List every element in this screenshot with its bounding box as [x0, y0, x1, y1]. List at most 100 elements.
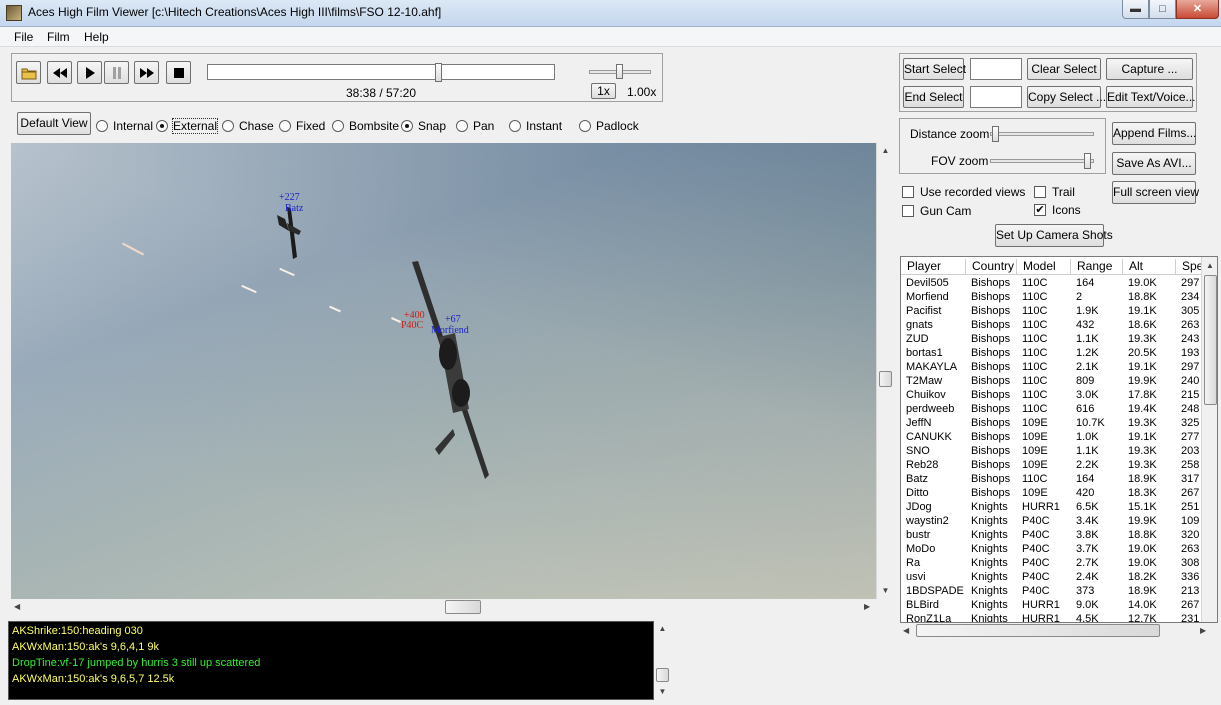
table-row[interactable]: CANUKK Bishops 109E 1.0K 19.1K 277	[901, 430, 1211, 444]
table-vscroll-thumb[interactable]	[1204, 275, 1217, 405]
table-row[interactable]: ZUD Bishops 110C 1.1K 19.3K 243	[901, 332, 1211, 346]
progress-slider[interactable]	[207, 62, 555, 82]
view-radio-bombsite[interactable]: Bombsite	[332, 119, 399, 133]
append-films-button[interactable]: Append Films...	[1112, 122, 1196, 145]
table-row[interactable]: Batz Bishops 110C 164 18.9K 317	[901, 472, 1211, 486]
scroll-down-icon[interactable]: ▼	[877, 586, 894, 595]
speed-reset-button[interactable]: 1x	[591, 83, 616, 99]
speed-slider[interactable]	[589, 62, 651, 82]
play-button[interactable]	[77, 61, 102, 84]
table-row[interactable]: MAKAYLA Bishops 110C 2.1K 19.1K 297	[901, 360, 1211, 374]
table-row[interactable]: waystin2 Knights P40C 3.4K 19.9K 109	[901, 514, 1211, 528]
full-screen-view-button[interactable]: Full screen view	[1112, 181, 1199, 204]
start-select-button[interactable]: Start Select	[903, 58, 966, 80]
distance-zoom-slider[interactable]	[990, 125, 1094, 143]
table-hscroll-thumb[interactable]	[916, 624, 1160, 637]
pause-button[interactable]	[104, 61, 129, 84]
chat-scroll-down-icon[interactable]: ▼	[655, 687, 670, 696]
menu-help[interactable]: Help	[84, 30, 109, 44]
view-radio-padlock[interactable]: Padlock	[579, 119, 639, 133]
close-button[interactable]: ✕	[1176, 0, 1219, 19]
menu-file[interactable]: File	[14, 30, 33, 44]
table-row[interactable]: perdweeb Bishops 110C 616 19.4K 248	[901, 402, 1211, 416]
use-recorded-views-checkbox[interactable]: Use recorded views	[902, 185, 1025, 199]
capture-button[interactable]: Capture ...	[1106, 58, 1193, 80]
table-row[interactable]: Pacifist Bishops 110C 1.9K 19.1K 305	[901, 304, 1211, 318]
column-header[interactable]: Player	[901, 259, 966, 275]
table-row[interactable]: usvi Knights P40C 2.4K 18.2K 336	[901, 570, 1211, 584]
table-row[interactable]: Chuikov Bishops 110C 3.0K 17.8K 215	[901, 388, 1211, 402]
default-view-button[interactable]: Default View	[17, 112, 91, 135]
table-scroll-up-icon[interactable]: ▲	[1202, 261, 1217, 270]
table-row[interactable]: BLBird Knights HURR1 9.0K 14.0K 267	[901, 598, 1211, 612]
view-radio-internal[interactable]: Internal	[96, 119, 153, 133]
menu-film[interactable]: Film	[47, 30, 70, 44]
view-radio-label: Instant	[526, 119, 563, 133]
viewport-hscroll[interactable]: ◀ ▶	[11, 599, 876, 616]
column-header[interactable]: Country	[966, 259, 1017, 275]
table-row[interactable]: JeffN Bishops 109E 10.7K 19.3K 325	[901, 416, 1211, 430]
table-row[interactable]: RonZ1La Knights HURR1 4.5K 12.7K 231	[901, 612, 1211, 622]
distance-zoom-thumb[interactable]	[992, 126, 999, 142]
table-row[interactable]: SNO Bishops 109E 1.1K 19.3K 203	[901, 444, 1211, 458]
table-scroll-right-icon[interactable]: ▶	[1200, 626, 1206, 635]
viewport-hscroll-thumb[interactable]	[445, 600, 481, 614]
fov-zoom-slider[interactable]	[990, 152, 1094, 170]
chat-vscroll-thumb[interactable]	[656, 668, 669, 682]
table-row[interactable]: Morfiend Bishops 110C 2 18.8K 234	[901, 290, 1211, 304]
scroll-right-icon[interactable]: ▶	[864, 602, 870, 611]
minimize-button[interactable]: ▬	[1122, 0, 1149, 19]
table-row[interactable]: gnats Bishops 110C 432 18.6K 263	[901, 318, 1211, 332]
view-radio-instant[interactable]: Instant	[509, 119, 562, 133]
film-viewport[interactable]: +227 Batz +400 P40C +67 Morfiend	[11, 143, 876, 599]
view-radio-pan[interactable]: Pan	[456, 119, 494, 133]
scroll-up-icon[interactable]: ▲	[877, 146, 894, 155]
fov-zoom-thumb[interactable]	[1084, 153, 1091, 169]
stop-button[interactable]	[166, 61, 191, 84]
table-cell: 109E	[1022, 487, 1048, 499]
table-row[interactable]: 1BDSPADE Knights P40C 373 18.9K 213	[901, 584, 1211, 598]
end-select-field[interactable]	[970, 86, 1022, 108]
end-select-button[interactable]: End Select	[903, 86, 964, 108]
view-radio-external[interactable]: External	[156, 118, 219, 134]
viewport-vscroll[interactable]: ▲ ▼	[876, 143, 894, 599]
view-radio-snap[interactable]: Snap	[401, 119, 446, 133]
fast-forward-button[interactable]	[134, 61, 159, 84]
table-row[interactable]: MoDo Knights P40C 3.7K 19.0K 263	[901, 542, 1211, 556]
progress-thumb[interactable]	[435, 63, 442, 82]
table-cell: 2.7K	[1076, 557, 1099, 569]
table-row[interactable]: Devil505 Bishops 110C 164 19.0K 297	[901, 276, 1211, 290]
table-row[interactable]: bortas1 Bishops 110C 1.2K 20.5K 193	[901, 346, 1211, 360]
chat-vscroll[interactable]: ▲ ▼	[655, 621, 670, 700]
rewind-button[interactable]	[47, 61, 72, 84]
start-select-field[interactable]	[970, 58, 1022, 80]
chat-scroll-up-icon[interactable]: ▲	[655, 624, 670, 633]
table-hscroll[interactable]: ◀ ▶	[900, 623, 1218, 639]
clear-select-button[interactable]: Clear Select	[1027, 58, 1101, 80]
trail-checkbox[interactable]: Trail	[1034, 185, 1075, 199]
icons-checkbox[interactable]: ✔ Icons	[1034, 203, 1081, 217]
view-radio-chase[interactable]: Chase	[222, 119, 274, 133]
copy-select-button[interactable]: Copy Select ...	[1027, 86, 1106, 108]
view-radio-fixed[interactable]: Fixed	[279, 119, 325, 133]
table-row[interactable]: T2Maw Bishops 110C 809 19.9K 240	[901, 374, 1211, 388]
viewport-vscroll-thumb[interactable]	[879, 371, 892, 387]
scroll-left-icon[interactable]: ◀	[14, 602, 20, 611]
speed-thumb[interactable]	[616, 64, 623, 79]
table-scroll-left-icon[interactable]: ◀	[903, 626, 909, 635]
column-header[interactable]: Range	[1071, 259, 1123, 275]
set-up-camera-shots-button[interactable]: Set Up Camera Shots	[995, 224, 1113, 247]
open-film-button[interactable]	[16, 61, 41, 84]
column-header[interactable]: Model	[1017, 259, 1071, 275]
table-row[interactable]: JDog Knights HURR1 6.5K 15.1K 251	[901, 500, 1211, 514]
table-row[interactable]: Reb28 Bishops 109E 2.2K 19.3K 258	[901, 458, 1211, 472]
save-as-avi-button[interactable]: Save As AVI...	[1112, 152, 1196, 175]
edit-text-voice-button[interactable]: Edit Text/Voice...	[1106, 86, 1196, 108]
table-vscroll[interactable]: ▲	[1201, 257, 1217, 622]
column-header[interactable]: Alt	[1123, 259, 1176, 275]
gun-cam-checkbox[interactable]: Gun Cam	[902, 204, 971, 218]
table-row[interactable]: Ra Knights P40C 2.7K 19.0K 308	[901, 556, 1211, 570]
maximize-button[interactable]: □	[1149, 0, 1176, 19]
table-row[interactable]: bustr Knights P40C 3.8K 18.8K 320	[901, 528, 1211, 542]
table-row[interactable]: Ditto Bishops 109E 420 18.3K 267	[901, 486, 1211, 500]
